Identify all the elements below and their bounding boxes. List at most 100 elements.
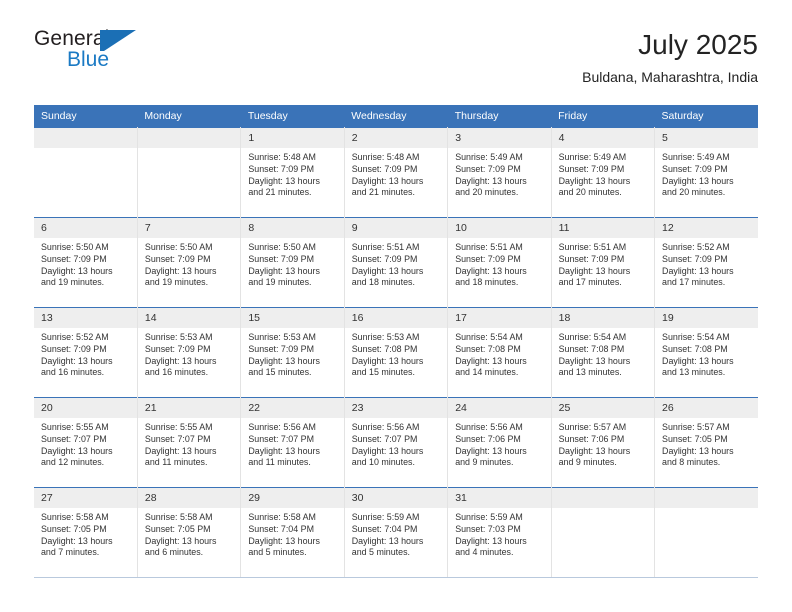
daylight-text-line1: Daylight: 13 hours [351, 445, 424, 456]
daylight-text-line2: and 15 minutes. [248, 367, 312, 378]
sunset-text: Sunset: 7:05 PM [144, 523, 211, 534]
daylight-text-line2: and 4 minutes. [455, 547, 514, 558]
day-detail: Sunrise: 5:56 AM Sunset: 7:07 PM Daylight:… [241, 418, 343, 469]
sunrise-text: Sunrise: 5:50 AM [144, 242, 213, 252]
calendar-day-cell[interactable]: 29 Sunrise: 5:58 AM Sunset: 7:04 PM Dayligh… [240, 487, 345, 578]
weekday-header-row: Sunday Monday Tuesday Wednesday Thursday… [34, 105, 758, 128]
daylight-text-line2: and 16 minutes. [144, 367, 209, 378]
page-header: General Blue July 2025 Buldana, Maharash… [34, 28, 758, 98]
daylight-text-line1: Daylight: 13 hours [662, 355, 734, 366]
sunrise-text: Sunrise: 5:56 AM [455, 422, 523, 432]
sunset-text: Sunset: 7:08 PM [351, 343, 418, 354]
sunrise-text: Sunrise: 5:58 AM [248, 512, 316, 522]
day-number: 12 [655, 218, 758, 238]
daylight-text-line1: Daylight: 13 hours [455, 265, 527, 276]
weekday-header-thursday: Thursday [447, 105, 552, 128]
day-number: 31 [448, 488, 551, 508]
daylight-text-line1: Daylight: 13 hours [248, 445, 320, 456]
calendar-day-cell[interactable]: 26 Sunrise: 5:57 AM Sunset: 7:05 PM Dayligh… [654, 397, 758, 488]
calendar-day-cell[interactable]: 3 Sunrise: 5:49 AM Sunset: 7:09 PM Daylight… [447, 127, 552, 218]
calendar-day-cell[interactable]: 21 Sunrise: 5:55 AM Sunset: 7:07 PM Dayligh… [137, 397, 242, 488]
calendar-day-cell[interactable]: 2 Sunrise: 5:48 AM Sunset: 7:09 PM Daylight… [344, 127, 449, 218]
daylight-text-line1: Daylight: 13 hours [455, 355, 527, 366]
calendar-day-cell[interactable]: 30 Sunrise: 5:59 AM Sunset: 7:04 PM Dayligh… [344, 487, 449, 578]
calendar-day-cell[interactable]: 20 Sunrise: 5:55 AM Sunset: 7:07 PM Dayligh… [34, 397, 138, 488]
daylight-text-line2: and 20 minutes. [662, 187, 726, 198]
day-number: 5 [655, 128, 758, 148]
sunrise-text: Sunrise: 5:58 AM [144, 512, 213, 522]
day-number [551, 488, 655, 508]
calendar-day-cell[interactable]: 25 Sunrise: 5:57 AM Sunset: 7:06 PM Dayligh… [551, 397, 656, 488]
day-number: 26 [655, 398, 758, 418]
calendar-day-cell[interactable]: 13 Sunrise: 5:52 AM Sunset: 7:09 PM Dayligh… [34, 307, 138, 398]
calendar-day-cell[interactable]: 23 Sunrise: 5:56 AM Sunset: 7:07 PM Dayligh… [344, 397, 449, 488]
calendar-day-cell[interactable]: 6 Sunrise: 5:50 AM Sunset: 7:09 PM Daylight… [34, 217, 138, 308]
day-number: 8 [241, 218, 344, 238]
day-number: 10 [448, 218, 551, 238]
sunrise-text: Sunrise: 5:49 AM [662, 152, 730, 162]
day-detail: Sunrise: 5:57 AM Sunset: 7:05 PM Daylight:… [655, 418, 758, 469]
daylight-text-line2: and 7 minutes. [41, 547, 100, 558]
daylight-text-line2: and 10 minutes. [351, 457, 415, 468]
calendar-empty-cell [654, 487, 758, 578]
day-detail: Sunrise: 5:58 AM Sunset: 7:04 PM Daylight:… [241, 508, 343, 559]
calendar-day-cell[interactable]: 10 Sunrise: 5:51 AM Sunset: 7:09 PM Dayligh… [447, 217, 552, 308]
daylight-text-line2: and 9 minutes. [558, 457, 617, 468]
sunrise-text: Sunrise: 5:50 AM [248, 242, 316, 252]
page-title: July 2025 [638, 29, 758, 60]
sunset-text: Sunset: 7:07 PM [351, 433, 418, 444]
calendar-day-cell[interactable]: 11 Sunrise: 5:51 AM Sunset: 7:09 PM Dayligh… [551, 217, 656, 308]
sunset-text: Sunset: 7:08 PM [662, 343, 728, 354]
day-detail: Sunrise: 5:53 AM Sunset: 7:09 PM Daylight:… [138, 328, 240, 379]
calendar-day-cell[interactable]: 18 Sunrise: 5:54 AM Sunset: 7:08 PM Dayligh… [551, 307, 656, 398]
calendar-day-cell[interactable]: 4 Sunrise: 5:49 AM Sunset: 7:09 PM Daylight… [551, 127, 656, 218]
day-detail: Sunrise: 5:49 AM Sunset: 7:09 PM Daylight:… [448, 148, 550, 199]
calendar-day-cell[interactable]: 27 Sunrise: 5:58 AM Sunset: 7:05 PM Dayligh… [34, 487, 138, 578]
day-number: 25 [551, 398, 655, 418]
calendar-day-cell[interactable]: 17 Sunrise: 5:54 AM Sunset: 7:08 PM Dayligh… [447, 307, 552, 398]
calendar-day-cell[interactable]: 19 Sunrise: 5:54 AM Sunset: 7:08 PM Dayligh… [654, 307, 758, 398]
calendar-day-cell[interactable]: 8 Sunrise: 5:50 AM Sunset: 7:09 PM Daylight… [240, 217, 345, 308]
day-number: 11 [551, 218, 655, 238]
calendar-day-cell[interactable]: 14 Sunrise: 5:53 AM Sunset: 7:09 PM Dayligh… [137, 307, 242, 398]
day-number: 18 [551, 308, 655, 328]
daylight-text-line1: Daylight: 13 hours [144, 445, 217, 456]
calendar-week-row: 6 Sunrise: 5:50 AM Sunset: 7:09 PM Daylight… [34, 217, 758, 308]
day-detail: Sunrise: 5:50 AM Sunset: 7:09 PM Daylight:… [138, 238, 240, 289]
calendar-day-cell[interactable]: 22 Sunrise: 5:56 AM Sunset: 7:07 PM Dayligh… [240, 397, 345, 488]
day-detail: Sunrise: 5:55 AM Sunset: 7:07 PM Daylight:… [34, 418, 137, 469]
weekday-header-saturday: Saturday [654, 105, 758, 128]
sunrise-text: Sunrise: 5:48 AM [351, 152, 420, 162]
weekday-header-sunday: Sunday [34, 105, 138, 128]
calendar-day-cell[interactable]: 7 Sunrise: 5:50 AM Sunset: 7:09 PM Daylight… [137, 217, 242, 308]
day-detail: Sunrise: 5:56 AM Sunset: 7:06 PM Daylight:… [448, 418, 550, 469]
day-detail: Sunrise: 5:56 AM Sunset: 7:07 PM Daylight:… [345, 418, 447, 469]
calendar-week-row: 20 Sunrise: 5:55 AM Sunset: 7:07 PM Dayligh… [34, 397, 758, 488]
sunset-text: Sunset: 7:09 PM [455, 163, 521, 174]
calendar-week-row: 13 Sunrise: 5:52 AM Sunset: 7:09 PM Dayligh… [34, 307, 758, 398]
calendar-day-cell[interactable]: 31 Sunrise: 5:59 AM Sunset: 7:03 PM Dayligh… [447, 487, 552, 578]
calendar-day-cell[interactable]: 15 Sunrise: 5:53 AM Sunset: 7:09 PM Dayligh… [240, 307, 345, 398]
sunset-text: Sunset: 7:05 PM [662, 433, 728, 444]
sunset-text: Sunset: 7:08 PM [558, 343, 625, 354]
calendar-day-cell[interactable]: 24 Sunrise: 5:56 AM Sunset: 7:06 PM Dayligh… [447, 397, 552, 488]
calendar-day-cell[interactable]: 28 Sunrise: 5:58 AM Sunset: 7:05 PM Dayligh… [137, 487, 242, 578]
calendar-day-cell[interactable]: 1 Sunrise: 5:48 AM Sunset: 7:09 PM Daylight… [240, 127, 345, 218]
calendar-day-cell[interactable]: 5 Sunrise: 5:49 AM Sunset: 7:09 PM Daylight… [654, 127, 758, 218]
daylight-text-line2: and 17 minutes. [558, 277, 622, 288]
sunrise-text: Sunrise: 5:59 AM [455, 512, 523, 522]
sunset-text: Sunset: 7:05 PM [41, 523, 107, 534]
sunset-text: Sunset: 7:09 PM [41, 343, 107, 354]
daylight-text-line1: Daylight: 13 hours [351, 265, 424, 276]
daylight-text-line1: Daylight: 13 hours [248, 175, 320, 186]
day-number: 28 [137, 488, 241, 508]
calendar-day-cell[interactable]: 9 Sunrise: 5:51 AM Sunset: 7:09 PM Daylight… [344, 217, 449, 308]
sunset-text: Sunset: 7:07 PM [248, 433, 314, 444]
brand-logo[interactable]: General Blue [34, 28, 294, 71]
calendar-day-cell[interactable]: 16 Sunrise: 5:53 AM Sunset: 7:08 PM Dayligh… [344, 307, 449, 398]
day-number: 20 [34, 398, 137, 418]
calendar-day-cell[interactable]: 12 Sunrise: 5:52 AM Sunset: 7:09 PM Dayligh… [654, 217, 758, 308]
sunset-text: Sunset: 7:09 PM [248, 163, 314, 174]
day-number: 6 [34, 218, 137, 238]
sunrise-text: Sunrise: 5:55 AM [144, 422, 213, 432]
